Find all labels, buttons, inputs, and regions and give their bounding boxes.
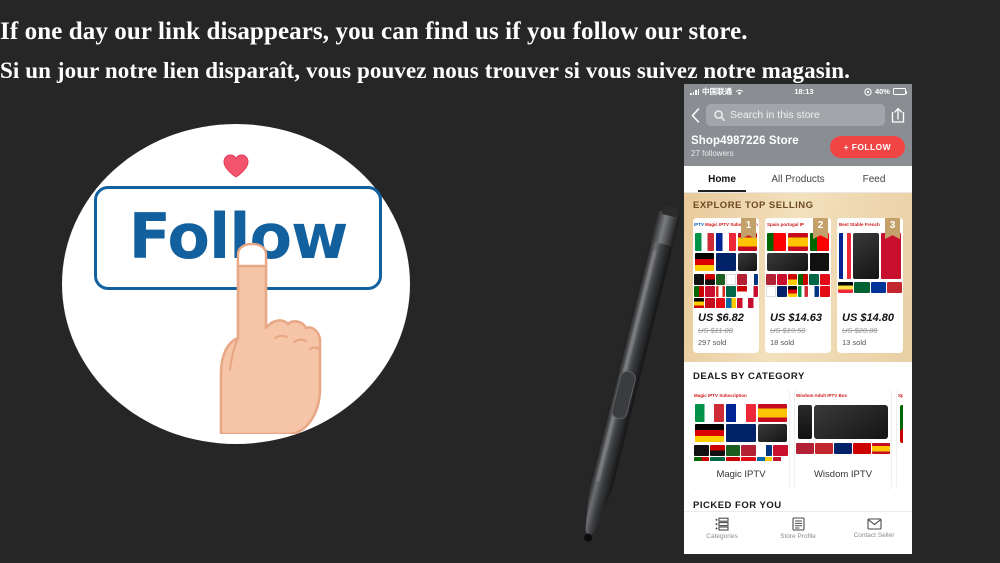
- picked-for-you-title: PICKED FOR YOU: [693, 500, 782, 511]
- product-original-price: US $11.00: [698, 326, 733, 335]
- share-icon[interactable]: [891, 107, 905, 123]
- flag-collage-small: [795, 442, 891, 455]
- pointing-hand-icon: [219, 242, 322, 434]
- product-image: 3 Best Stable French: [837, 218, 903, 308]
- product-banner-text: Best Stable French: [839, 222, 880, 227]
- flag-collage: [693, 402, 789, 444]
- carrier-label: 中国联通: [702, 87, 732, 96]
- hero-image: [837, 231, 903, 281]
- location-icon: [864, 87, 872, 96]
- search-input[interactable]: Search in this store: [706, 104, 885, 126]
- store-info-row: Shop4987226 Store 27 followers + FOLLOW: [691, 135, 905, 158]
- product-card[interactable]: 1 IPTV Magic IPTV Subscription US $6.82 …: [693, 218, 759, 353]
- store-name-label: Shop4987226 Store: [691, 135, 799, 147]
- document-icon: [791, 517, 805, 531]
- flag-collage-small: [837, 281, 903, 294]
- stylus-pen-icon: [584, 205, 680, 542]
- category-banner-text: Wisdom Adult IPTV Box: [795, 389, 891, 402]
- flag-collage: [765, 231, 831, 273]
- product-sold-count: 297 sold: [698, 338, 727, 347]
- product-banner-brand: IPTV: [694, 222, 705, 227]
- top-selling-card-list: 1 IPTV Magic IPTV Subscription US $6.82 …: [693, 218, 903, 353]
- product-price: US $6.82: [698, 312, 744, 324]
- product-card[interactable]: 2 Spain portugal IP US $14.63 US $19.50 …: [765, 218, 831, 353]
- product-meta: US $14.80 US $20.00 13 sold: [837, 308, 903, 353]
- phone-screenshot: 中国联通 18:13 40% Search in this store Shop…: [684, 84, 912, 554]
- nav-item-categories[interactable]: Categories: [684, 512, 760, 545]
- category-card-list: Magic IPTV Subscription Magic IPTV Wisdo…: [693, 389, 903, 489]
- flag-collage-small: [693, 444, 789, 461]
- followers-count-label: 27 followers: [691, 149, 734, 158]
- battery-icon: [892, 88, 908, 95]
- product-price: US $14.63: [770, 312, 822, 324]
- product-image: 2 Spain portugal IP: [765, 218, 831, 308]
- hero-image: [795, 402, 891, 442]
- category-image: Wisdom Adult IPTV Box: [795, 389, 891, 461]
- category-image: Sp: [897, 389, 903, 461]
- search-row: Search in this store: [691, 104, 905, 126]
- product-price: US $14.80: [842, 312, 894, 324]
- tab-home[interactable]: Home: [684, 166, 760, 192]
- home-indicator: [684, 545, 912, 554]
- category-image: Magic IPTV Subscription: [693, 389, 789, 461]
- envelope-icon: [866, 518, 882, 530]
- search-placeholder-label: Search in this store: [730, 109, 820, 121]
- category-label: [897, 461, 903, 478]
- nav-item-store-profile[interactable]: Store Profile: [760, 512, 836, 545]
- product-meta: US $6.82 US $11.00 297 sold: [693, 308, 759, 353]
- clock-label: 18:13: [794, 87, 814, 96]
- store-header: Search in this store Shop4987226 Store 2…: [684, 99, 912, 166]
- product-meta: US $14.63 US $19.50 18 sold: [765, 308, 831, 353]
- back-chevron-icon[interactable]: [691, 107, 700, 123]
- top-selling-section: EXPLORE TOP SELLING 1 IPTV Magic IPTV Su…: [684, 193, 912, 362]
- store-tabs: Home All Products Feed: [684, 166, 912, 193]
- category-label: Wisdom IPTV: [813, 469, 873, 480]
- category-card[interactable]: Magic IPTV Subscription Magic IPTV: [693, 389, 789, 489]
- signal-bars-icon: [690, 88, 699, 95]
- tab-all-products[interactable]: All Products: [760, 166, 836, 192]
- product-sold-count: 13 sold: [842, 338, 867, 347]
- category-banner-text: Sp: [897, 389, 903, 402]
- category-card[interactable]: Sp: [897, 389, 903, 489]
- flag-collage-small: [765, 273, 831, 298]
- bottom-navigation-bar: Categories Store Profile Contact Seller: [684, 511, 912, 545]
- product-sold-count: 18 sold: [770, 338, 795, 347]
- search-icon: [714, 109, 725, 121]
- nav-label: Contact Seller: [853, 532, 895, 539]
- tab-feed[interactable]: Feed: [836, 166, 912, 192]
- flag-collage: [693, 231, 759, 273]
- category-section: DEALS BY CATEGORY Magic IPTV Subscriptio…: [684, 362, 912, 495]
- top-selling-title: EXPLORE TOP SELLING: [693, 200, 814, 211]
- product-banner-text: Spain portugal IP: [767, 222, 805, 227]
- follow-illustration: Follow: [62, 124, 410, 444]
- headline-french: Si un jour notre lien disparaît, vous po…: [0, 58, 851, 83]
- category-card[interactable]: Wisdom Adult IPTV Box Wisdom IPTV: [795, 389, 891, 489]
- hero-image: [897, 402, 903, 446]
- flag-collage-small: [693, 273, 759, 308]
- product-image: 1 IPTV Magic IPTV Subscription: [693, 218, 759, 308]
- status-bar: 中国联通 18:13 40%: [684, 84, 912, 99]
- follow-store-button[interactable]: + FOLLOW: [829, 135, 905, 158]
- heart-icon: [223, 154, 249, 178]
- store-identity: Shop4987226 Store 27 followers: [691, 135, 799, 158]
- wifi-icon: [735, 89, 744, 95]
- category-label: Magic IPTV: [716, 469, 766, 480]
- category-section-title: DEALS BY CATEGORY: [693, 371, 805, 382]
- battery-percent-label: 40%: [874, 87, 890, 96]
- nav-label: Categories: [706, 533, 738, 540]
- picked-for-you-section: PICKED FOR YOU: [684, 495, 912, 511]
- product-card[interactable]: 3 Best Stable French US $14.80 US $20.00…: [837, 218, 903, 353]
- nav-item-contact-seller[interactable]: Contact Seller: [836, 512, 912, 545]
- headline-english: If one day our link disappears, you can …: [0, 18, 748, 45]
- product-original-price: US $20.00: [842, 326, 878, 335]
- nav-label: Store Profile: [780, 533, 816, 540]
- product-original-price: US $19.50: [770, 326, 806, 335]
- list-icon: [715, 517, 729, 531]
- category-banner-text: Magic IPTV Subscription: [693, 389, 789, 402]
